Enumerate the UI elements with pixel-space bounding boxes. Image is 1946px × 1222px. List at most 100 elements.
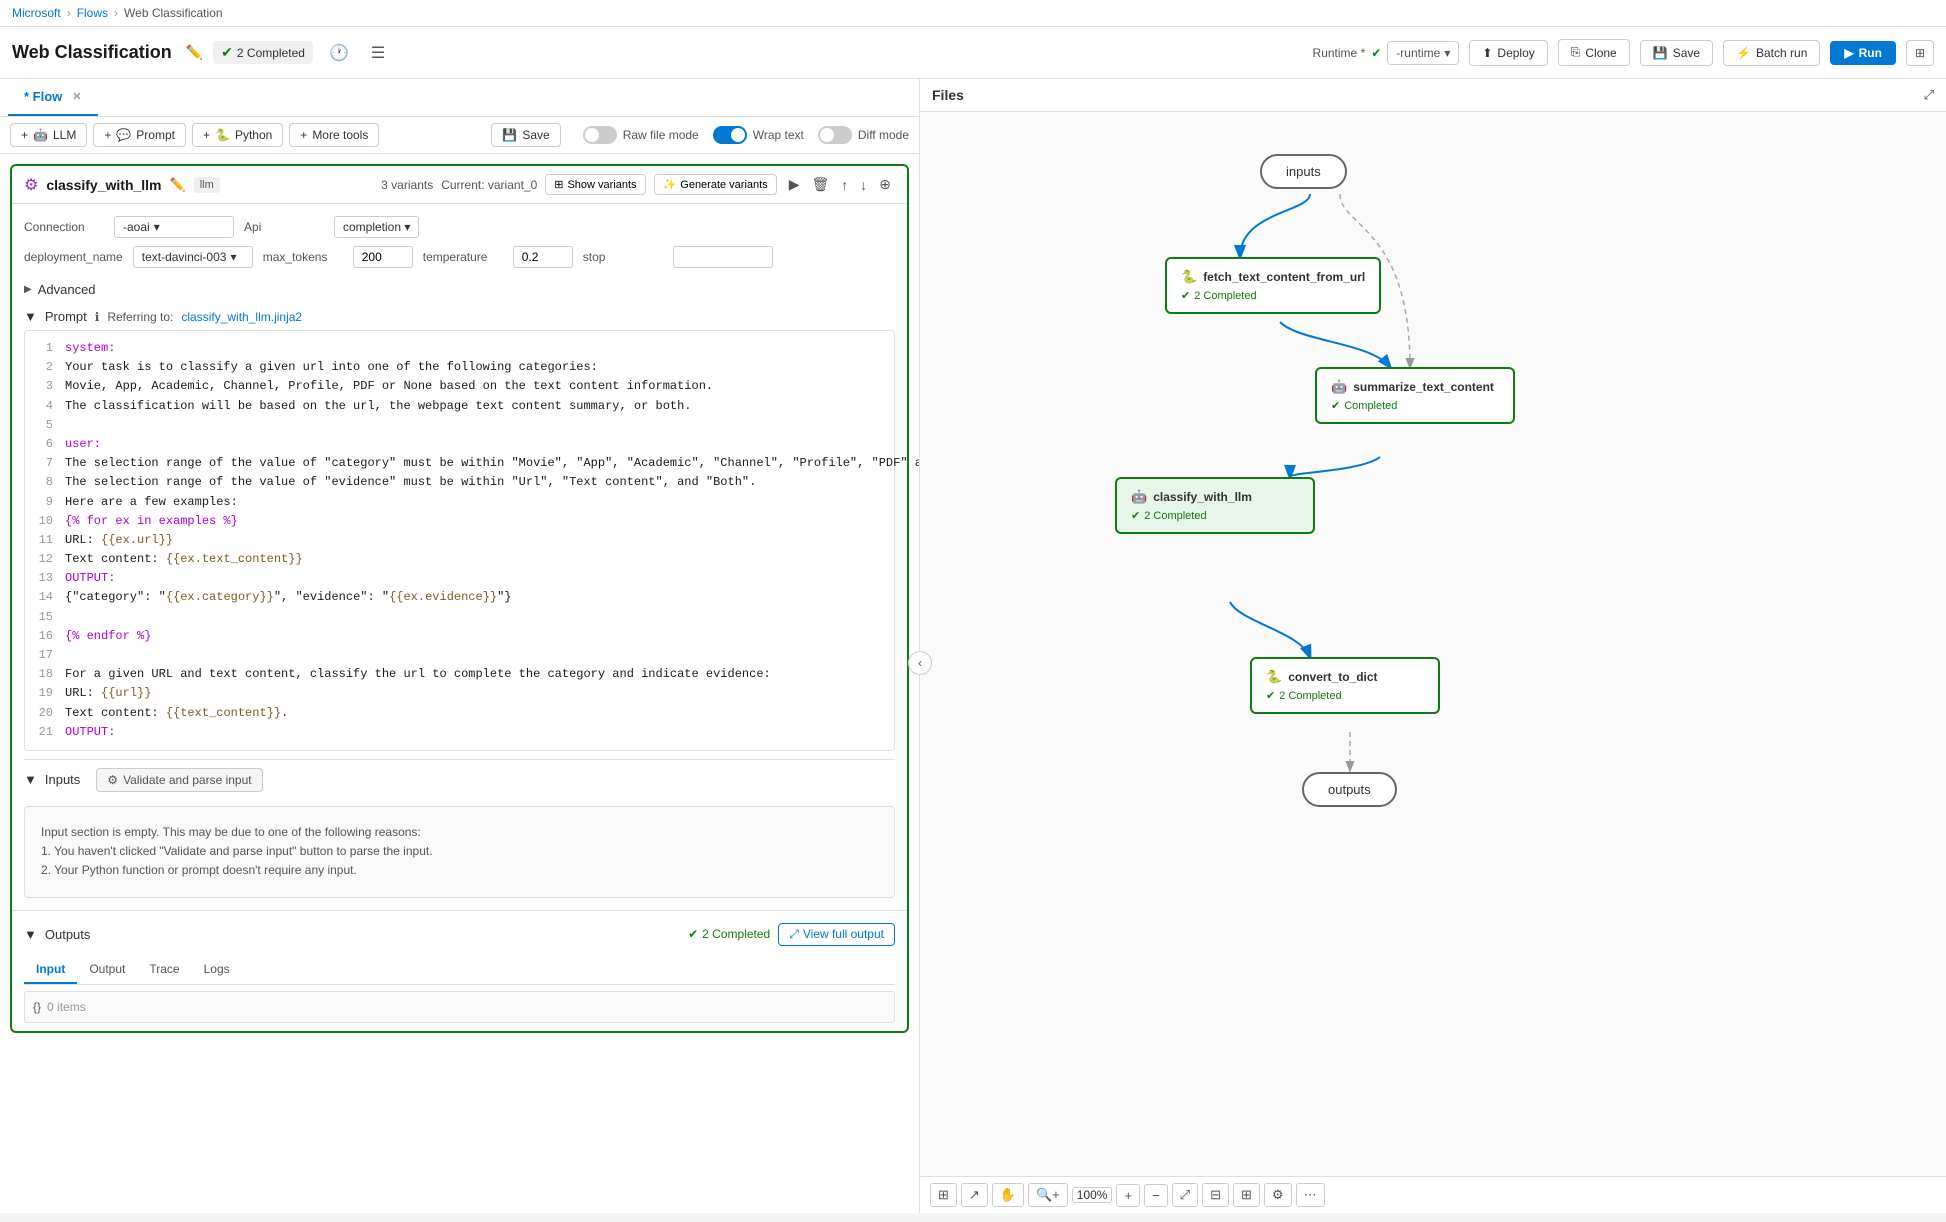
diagram-node-inputs[interactable]: inputs [1260, 154, 1347, 189]
stop-input[interactable] [673, 246, 773, 268]
batch-run-button[interactable]: ⚡ Batch run [1723, 40, 1820, 66]
deploy-button[interactable]: ⬆ Deploy [1469, 40, 1547, 66]
diagram-node-outputs[interactable]: outputs [1302, 772, 1397, 807]
add-python-icon: + [203, 128, 210, 142]
save-icon: 💾 [1653, 46, 1668, 60]
add-llm-button[interactable]: + 🤖 LLM [10, 123, 87, 147]
summarize-status-icon: ✔ [1331, 399, 1340, 412]
run-node-button[interactable]: ▶ [785, 174, 804, 195]
output-tab-input[interactable]: Input [24, 956, 77, 984]
run-button[interactable]: ▶ Run [1830, 41, 1896, 65]
toolbar-save-button[interactable]: 💾 Save [491, 123, 560, 147]
flow-tab[interactable]: * Flow ✕ [8, 79, 98, 116]
collapse-panel-button[interactable]: ‹ [908, 651, 932, 675]
diff-mode-label: Diff mode [858, 128, 909, 142]
expand-files-icon[interactable]: ⤢ [1924, 87, 1934, 103]
right-panel: Files ⤢ ‹ [920, 79, 1946, 1213]
diag-layout-vert-button[interactable]: ⊞ [1233, 1183, 1260, 1207]
move-down-node-button[interactable]: ↓ [856, 174, 871, 195]
inputs-reason1: 1. You haven't clicked "Validate and par… [41, 842, 878, 861]
diag-more-button[interactable]: ⋯ [1296, 1183, 1325, 1207]
diag-zoom-out-button[interactable]: − [1144, 1184, 1168, 1207]
tab-close-icon[interactable]: ✕ [72, 90, 81, 103]
diff-mode-toggle[interactable] [818, 126, 852, 144]
diagram-node-fetch-text[interactable]: 🐍 fetch_text_content_from_url ✔ 2 Comple… [1165, 257, 1381, 314]
inputs-reason2: 2. Your Python function or prompt doesn'… [41, 861, 878, 880]
breadcrumb-sep1: › [67, 6, 71, 20]
variant-info: 3 variants Current: variant_0 ⊞ Show var… [381, 174, 777, 195]
main-layout: * Flow ✕ + 🤖 LLM + 💬 Prompt + 🐍 Python [0, 79, 1946, 1213]
node-settings-icon: ⚙ [24, 175, 38, 195]
gen-variants-icon: ✨ [663, 178, 677, 191]
add-python-button[interactable]: + 🐍 Python [192, 123, 283, 147]
fetch-node-header: 🐍 fetch_text_content_from_url [1181, 269, 1365, 285]
prompt-file-link[interactable]: classify_with_llm.jinja2 [181, 310, 302, 324]
breadcrumb-flows[interactable]: Flows [77, 6, 108, 20]
connection-select[interactable]: -aoai ▾ [114, 216, 234, 238]
deployment-chevron-icon: ▾ [230, 250, 236, 264]
wrap-text-toggle-group: Wrap text [713, 126, 804, 144]
generate-variants-button[interactable]: ✨ Generate variants [654, 174, 777, 195]
runtime-dropdown[interactable]: -runtime ▾ [1387, 41, 1459, 65]
node-edit-icon[interactable]: ✏️ [170, 177, 186, 193]
delete-node-button[interactable]: 🗑 [807, 174, 833, 195]
diagram-node-convert[interactable]: 🐍 convert_to_dict ✔ 2 Completed [1250, 657, 1440, 714]
runtime-label: Runtime * [1313, 46, 1366, 60]
outputs-chevron-icon: ▼ [24, 927, 37, 942]
history-button[interactable]: 🕐 [323, 39, 355, 67]
diag-zoom-in2-button[interactable]: + [1116, 1184, 1140, 1207]
fetch-node-status: ✔ 2 Completed [1181, 289, 1365, 302]
list-button[interactable]: ☰ [365, 39, 391, 67]
add-prompt-button[interactable]: + 💬 Prompt [93, 123, 186, 147]
inputs-empty-message: Input section is empty. This may be due … [24, 806, 895, 898]
wrap-text-toggle[interactable] [713, 126, 747, 144]
connection-label: Connection [24, 220, 104, 234]
node-header: ⚙ classify_with_llm ✏️ llm 3 variants Cu… [12, 166, 907, 204]
more-node-button[interactable]: ⊕ [875, 174, 895, 195]
api-label: Api [244, 220, 324, 234]
edit-title-icon[interactable]: ✏️ [186, 44, 203, 61]
deployment-select[interactable]: text-davinci-003 ▾ [133, 246, 253, 268]
breadcrumb-sep2: › [114, 6, 118, 20]
page-title: Web Classification [12, 42, 172, 63]
view-full-output-button[interactable]: ⤢ View full output [778, 923, 895, 946]
outputs-section: ▼ Outputs ✔ 2 Completed ⤢ View full outp… [12, 910, 907, 1031]
diagram-node-classify[interactable]: 🤖 classify_with_llm ✔ 2 Completed [1115, 477, 1315, 534]
run-icon: ▶ [1844, 46, 1853, 60]
code-editor: 1system:2Your task is to classify a give… [24, 330, 895, 751]
inputs-label: Inputs [45, 772, 80, 787]
diagram-node-summarize[interactable]: 🤖 summarize_text_content ✔ Completed [1315, 367, 1515, 424]
save-button[interactable]: 💾 Save [1640, 40, 1713, 66]
validate-parse-button[interactable]: ⚙ Validate and parse input [96, 768, 262, 792]
runtime-section: Runtime * ✔ -runtime ▾ [1313, 41, 1460, 65]
raw-file-toggle[interactable] [583, 126, 617, 144]
breadcrumb-microsoft[interactable]: Microsoft [12, 6, 61, 20]
output-tab-output[interactable]: Output [77, 956, 137, 984]
output-tab-trace[interactable]: Trace [137, 956, 191, 984]
prompt-header[interactable]: ▼ Prompt ℹ Referring to: classify_with_l… [24, 303, 895, 330]
max-tokens-input[interactable] [353, 246, 413, 268]
layout-toggle-button[interactable]: ⊞ [1906, 40, 1934, 66]
diag-settings-button[interactable]: ⚙ [1264, 1183, 1292, 1207]
diag-grid-button[interactable]: ⊞ [930, 1183, 957, 1207]
top-header: Web Classification ✏️ ✔ 2 Completed 🕐 ☰ … [0, 27, 1946, 79]
clone-button[interactable]: ⎘ Clone [1558, 39, 1630, 66]
output-tabs: Input Output Trace Logs [24, 956, 895, 985]
classify-node-header: 🤖 classify_with_llm [1131, 489, 1299, 505]
deployment-label: deployment_name [24, 250, 123, 264]
editor-toolbar: + 🤖 LLM + 💬 Prompt + 🐍 Python + More too… [0, 117, 919, 154]
show-variants-button[interactable]: ⊞ Show variants [545, 174, 645, 195]
output-tab-logs[interactable]: Logs [192, 956, 242, 984]
move-up-node-button[interactable]: ↑ [837, 174, 852, 195]
flow-content: ⚙ classify_with_llm ✏️ llm 3 variants Cu… [0, 154, 919, 1213]
breadcrumb: Microsoft › Flows › Web Classification [0, 0, 1946, 27]
temperature-input[interactable] [513, 246, 573, 268]
diag-select-button[interactable]: ↗ [961, 1183, 988, 1207]
diag-fit-button[interactable]: ⤢ [1172, 1183, 1198, 1207]
more-tools-button[interactable]: + More tools [289, 123, 379, 147]
summarize-node-icon: 🤖 [1331, 379, 1347, 395]
diag-layout-horiz-button[interactable]: ⊟ [1202, 1183, 1229, 1207]
diag-hand-button[interactable]: ✋ [992, 1183, 1024, 1207]
advanced-toggle[interactable]: ▶ Advanced [24, 276, 895, 303]
diag-zoom-in-button[interactable]: 🔍+ [1028, 1183, 1068, 1207]
